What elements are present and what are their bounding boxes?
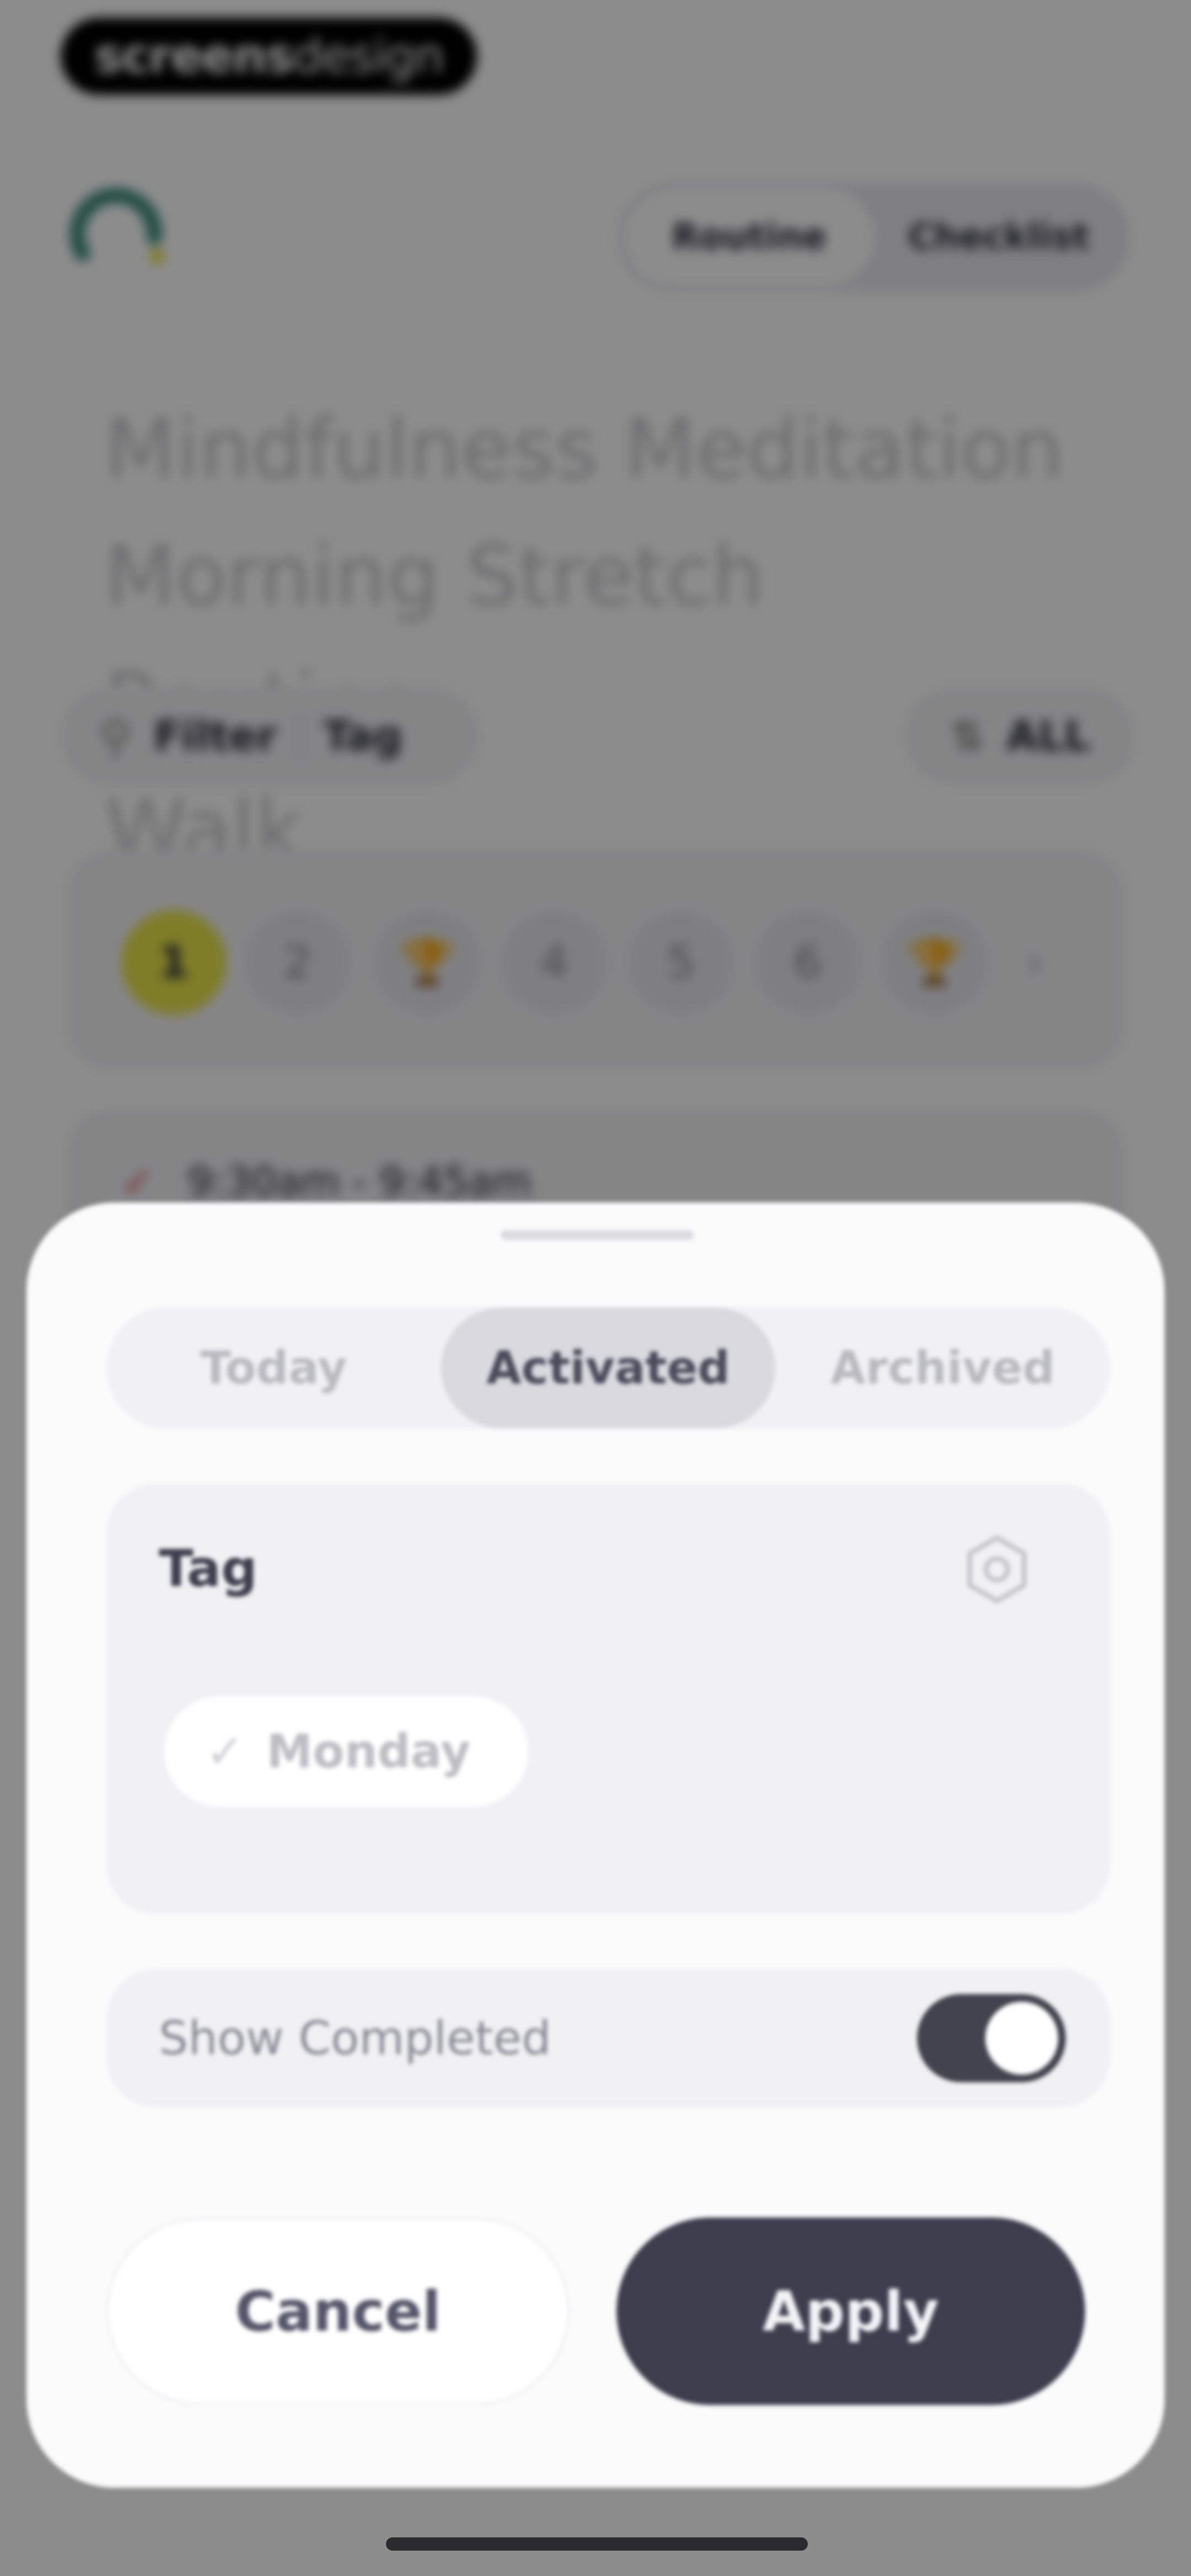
status-tabs: Today Activated Archived	[106, 1307, 1110, 1429]
screen: screensdesign Routine Checklist Mindfuln…	[0, 0, 1191, 2576]
tag-chip-label: Monday	[266, 1724, 471, 1778]
tab-activated[interactable]: Activated	[441, 1307, 776, 1429]
tag-chip-monday[interactable]: ✓ Monday	[164, 1696, 528, 1807]
filter-sheet: Today Activated Archived Tag ✓ Monday Sh…	[26, 1203, 1165, 2488]
show-completed-toggle[interactable]	[917, 1994, 1066, 2082]
home-indicator[interactable]	[386, 2537, 808, 2551]
show-completed-row: Show Completed	[106, 1969, 1110, 2107]
gear-icon[interactable]	[961, 1533, 1033, 1605]
toggle-knob	[985, 2002, 1058, 2075]
check-icon: ✓	[206, 1724, 245, 1778]
sheet-grabber[interactable]	[501, 1230, 694, 1240]
show-completed-label: Show Completed	[159, 2011, 551, 2065]
tab-today[interactable]: Today	[106, 1307, 441, 1429]
apply-button[interactable]: Apply	[616, 2217, 1085, 2405]
tab-archived[interactable]: Archived	[775, 1307, 1110, 1429]
cancel-button[interactable]: Cancel	[106, 2217, 570, 2405]
tag-section-title: Tag	[159, 1539, 257, 1598]
tag-section: Tag ✓ Monday	[106, 1484, 1110, 1914]
